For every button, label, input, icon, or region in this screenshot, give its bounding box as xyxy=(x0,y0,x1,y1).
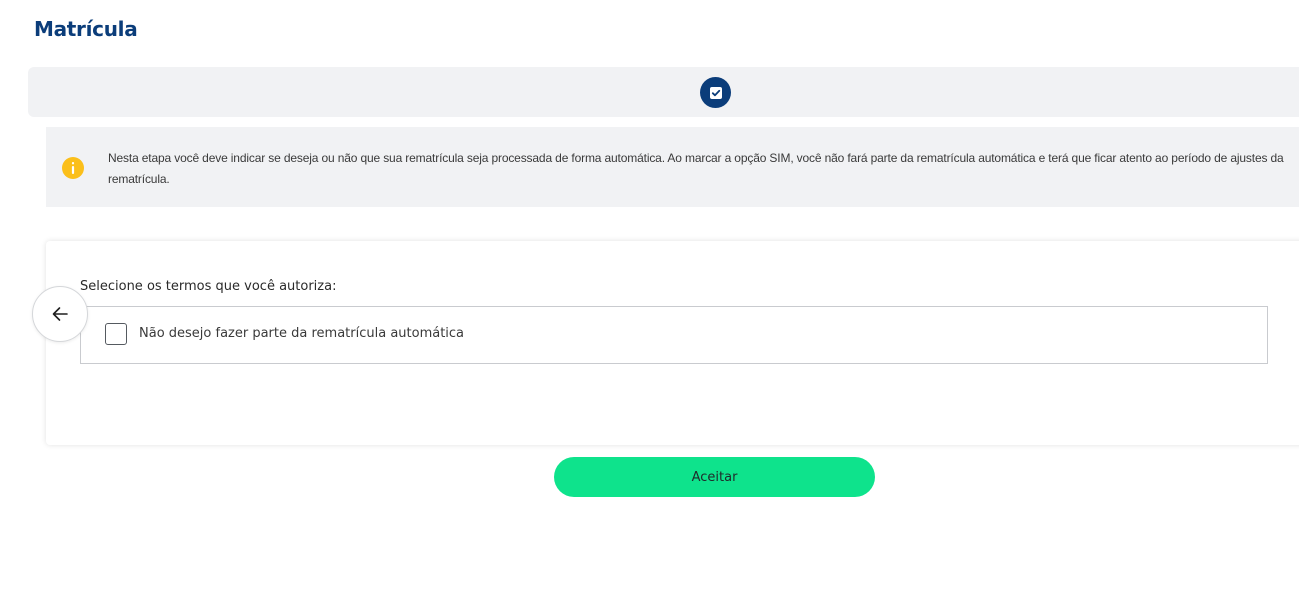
info-text: Nesta etapa você deve indicar se deseja … xyxy=(108,151,1284,186)
page-title: Matrícula xyxy=(34,17,138,41)
accept-button[interactable]: Aceitar xyxy=(554,457,875,497)
opt-out-checkbox-label[interactable]: Não desejo fazer parte da rematrícula au… xyxy=(139,326,464,341)
arrow-left-icon xyxy=(52,307,68,321)
back-button[interactable] xyxy=(32,286,88,342)
info-icon xyxy=(62,157,84,179)
checkbox-checked-icon xyxy=(700,77,731,108)
stepper-bar xyxy=(28,67,1299,117)
terms-heading: Selecione os termos que você autoriza: xyxy=(80,279,337,294)
opt-out-checkbox[interactable] xyxy=(105,323,127,345)
